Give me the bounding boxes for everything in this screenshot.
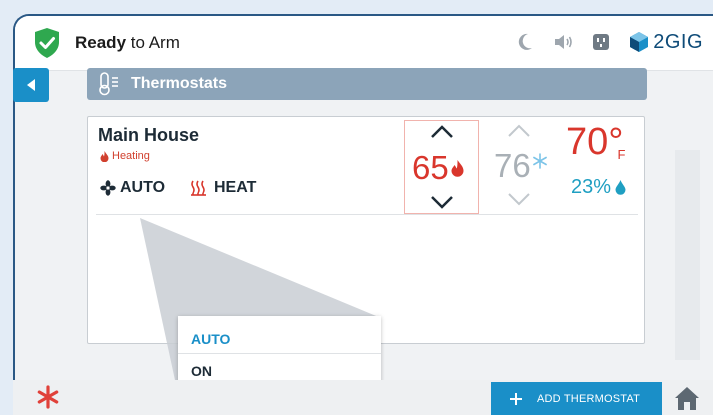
screen: Ready to Arm 2GIG Thermostats Main House… xyxy=(0,0,713,415)
add-thermostat-button[interactable]: ADD THERMOSTAT xyxy=(491,382,662,415)
status-icons: 2GIG xyxy=(515,30,703,54)
back-arrow-icon xyxy=(27,79,35,91)
thermostat-status: Heating xyxy=(100,150,150,162)
page-title-bar: Thermostats xyxy=(87,68,647,100)
card-divider xyxy=(96,214,638,215)
brand-cube-icon xyxy=(630,32,649,52)
plus-icon xyxy=(510,392,522,405)
current-temperature: 70° F xyxy=(566,121,625,164)
cool-up-chevron-icon[interactable] xyxy=(506,122,532,140)
humidity-reading: 23% xyxy=(571,176,626,199)
cool-setpoint: 76 xyxy=(494,147,548,185)
current-temperature-value: 70° xyxy=(566,121,624,163)
heat-down-chevron-icon[interactable] xyxy=(429,193,455,211)
asterisk-alert-icon[interactable] xyxy=(36,385,60,409)
snowflake-icon xyxy=(532,153,547,169)
heat-setpoint-value: 65 xyxy=(412,149,449,186)
speaker-icon[interactable] xyxy=(553,30,573,54)
fan-mode-label: AUTO xyxy=(120,179,166,196)
heat-waves-icon xyxy=(191,180,206,196)
page-title: Thermostats xyxy=(131,75,228,92)
fan-icon xyxy=(100,180,116,196)
droplet-icon xyxy=(615,180,626,195)
flame-icon xyxy=(100,150,109,162)
thermostat-name: Main House xyxy=(98,125,200,145)
moon-icon[interactable] xyxy=(515,30,535,54)
system-mode-label: HEAT xyxy=(214,179,257,196)
cool-down-chevron-icon[interactable] xyxy=(506,190,532,208)
heat-flame-icon xyxy=(451,159,464,177)
fan-mode-button[interactable]: AUTO xyxy=(100,179,165,197)
add-thermostat-label: ADD THERMOSTAT xyxy=(537,392,641,405)
thermostat-status-text: Heating xyxy=(112,150,150,162)
brand-name: 2GIG xyxy=(653,30,703,53)
temperature-unit: F xyxy=(617,147,626,162)
dropdown-option-auto[interactable]: AUTO xyxy=(178,324,381,354)
arm-status-rest: to Arm xyxy=(126,33,180,52)
system-mode-button[interactable]: HEAT xyxy=(190,179,256,197)
outlet-icon[interactable] xyxy=(591,30,611,54)
thermometer-icon xyxy=(99,72,118,96)
cool-setpoint-value: 76 xyxy=(494,147,531,184)
heat-up-chevron-icon[interactable] xyxy=(429,123,455,141)
home-icon[interactable] xyxy=(672,383,702,413)
scroll-track[interactable] xyxy=(675,150,700,360)
arm-status-bold: Ready xyxy=(75,33,127,52)
arm-status-text[interactable]: Ready to Arm xyxy=(75,33,180,53)
status-bar: Ready to Arm 2GIG xyxy=(15,16,713,71)
heat-setpoint-control: 65 xyxy=(404,120,479,214)
brand-logo: 2GIG xyxy=(629,31,703,54)
back-button[interactable] xyxy=(13,68,49,102)
shield-check-icon[interactable] xyxy=(33,27,61,59)
thermostat-card: Main House Heating AUTO HEAT 65 76 70° F… xyxy=(87,116,645,344)
humidity-value: 23% xyxy=(571,176,612,198)
heat-setpoint: 65 xyxy=(412,149,464,187)
